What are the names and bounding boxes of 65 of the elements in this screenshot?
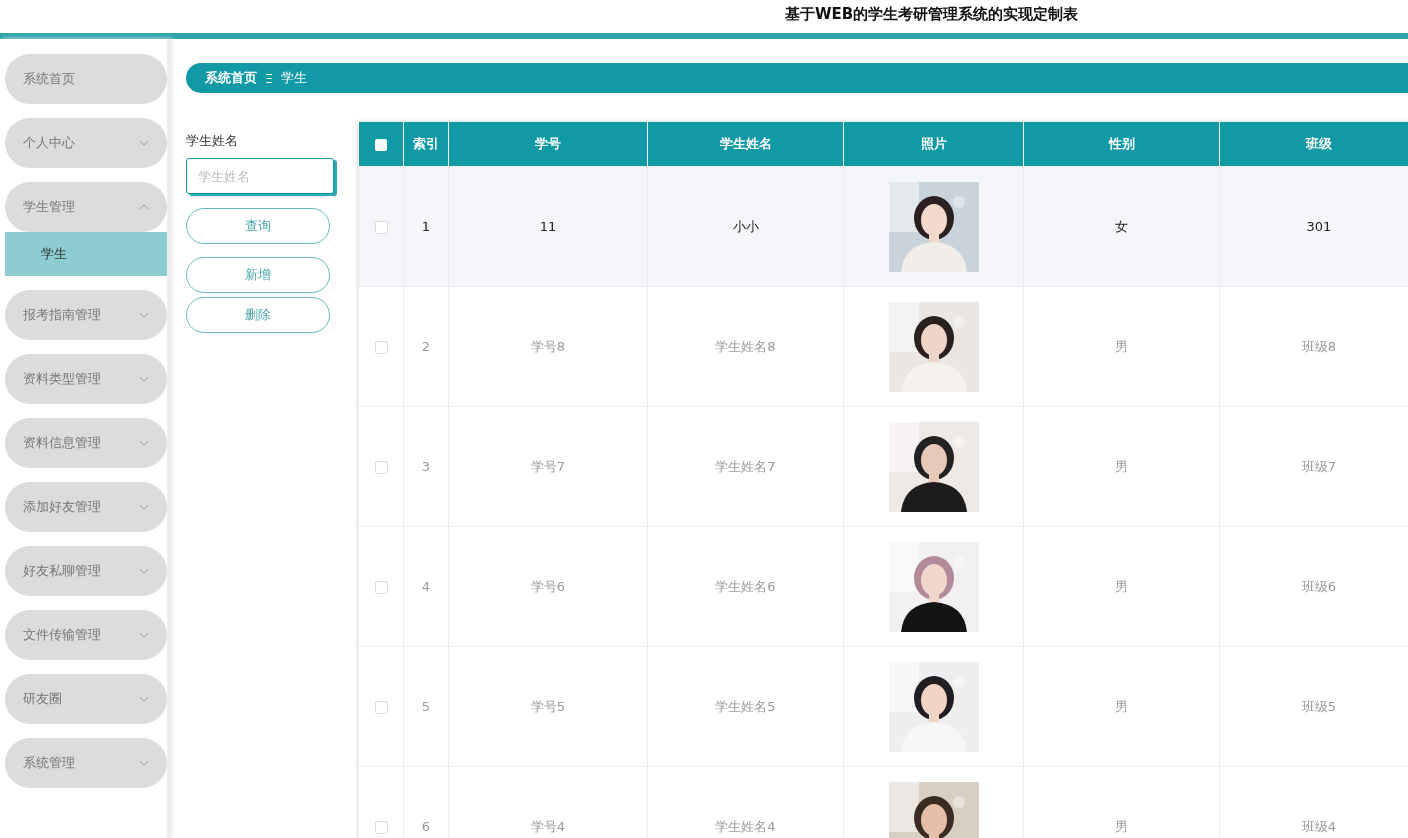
column-header: 索引	[403, 122, 449, 167]
table-cell: 学生姓名7	[647, 406, 844, 527]
table-cell: 学生姓名5	[647, 646, 844, 767]
table-cell: 学号5	[448, 646, 648, 767]
sidebar-item[interactable]: 系统管理	[5, 738, 167, 788]
column-header: 学号	[448, 122, 648, 167]
sidebar-item[interactable]: 好友私聊管理	[5, 546, 167, 596]
sidebar-item[interactable]: 文件传输管理	[5, 610, 167, 660]
table-cell: 1	[403, 166, 449, 287]
table-cell: 男	[1023, 286, 1220, 407]
table-cell: 男	[1023, 526, 1220, 647]
table-cell: 学生姓名8	[647, 286, 844, 407]
column-header: 性别	[1023, 122, 1220, 167]
table-cell: 2	[403, 286, 449, 407]
sidebar-item[interactable]: 个人中心	[5, 118, 167, 168]
sidebar-item[interactable]: 学生管理	[5, 182, 167, 232]
row-checkbox[interactable]	[374, 821, 388, 834]
field-label: 学生姓名	[186, 132, 239, 150]
table-cell: 男	[1023, 646, 1220, 767]
sidebar-item[interactable]: 系统首页	[5, 54, 167, 104]
breadcrumb-link[interactable]: 系统首页	[205, 69, 257, 87]
delete-button[interactable]: 删除	[186, 297, 330, 333]
table-cell: 学生姓名6	[647, 526, 844, 647]
sidebar-item[interactable]: 资料类型管理	[5, 354, 167, 404]
sidebar-item[interactable]: 添加好友管理	[5, 482, 167, 532]
chevron-down-icon	[139, 140, 149, 146]
table-cell: 4	[403, 526, 449, 647]
table-cell: 11	[448, 166, 648, 287]
table-cell: 小小	[647, 166, 844, 287]
column-header: 班级	[1219, 122, 1408, 167]
breadcrumb-link[interactable]: 学生	[281, 69, 308, 87]
chevron-down-icon	[139, 312, 149, 318]
column-header: 照片	[843, 122, 1024, 167]
table-cell: 学号6	[448, 526, 648, 647]
row-checkbox[interactable]	[374, 581, 388, 594]
table-cell: 301	[1219, 166, 1408, 287]
column-header: 学生姓名	[647, 122, 844, 167]
breadcrumb-separator: Ξ	[265, 70, 274, 86]
table-cell: 学号7	[448, 406, 648, 527]
table-cell: 女	[1023, 166, 1220, 287]
search-button[interactable]: 查询	[186, 208, 330, 244]
row-checkbox[interactable]	[374, 701, 388, 714]
row-checkbox[interactable]	[374, 461, 388, 474]
chevron-down-icon	[139, 376, 149, 382]
add-button[interactable]: 新增	[186, 257, 330, 293]
row-checkbox[interactable]	[374, 341, 388, 354]
page-title: 基于WEB的学生考研管理系统的实现定制表	[785, 5, 1079, 24]
chevron-down-icon	[139, 568, 149, 574]
chevron-down-icon	[139, 696, 149, 702]
sidebar-item[interactable]: 研友圈	[5, 674, 167, 724]
search-field[interactable]: 学生姓名	[186, 158, 334, 194]
sidebar-item[interactable]: 报考指南管理	[5, 290, 167, 340]
table-cell: 男	[1023, 406, 1220, 527]
row-checkbox[interactable]	[374, 221, 388, 234]
chevron-down-icon	[139, 504, 149, 510]
chevron-down-icon	[139, 632, 149, 638]
select-all-checkbox[interactable]	[374, 139, 387, 151]
sidebar-item[interactable]: 资料信息管理	[5, 418, 167, 468]
table-cell: 学号8	[448, 286, 648, 407]
chevron-down-icon	[139, 440, 149, 446]
sidebar-subitem[interactable]: 学生	[5, 232, 167, 276]
chevron-down-icon	[139, 760, 149, 766]
table-cell: 5	[403, 646, 449, 767]
table-cell: 3	[403, 406, 449, 527]
chevron-up-icon	[139, 204, 149, 210]
